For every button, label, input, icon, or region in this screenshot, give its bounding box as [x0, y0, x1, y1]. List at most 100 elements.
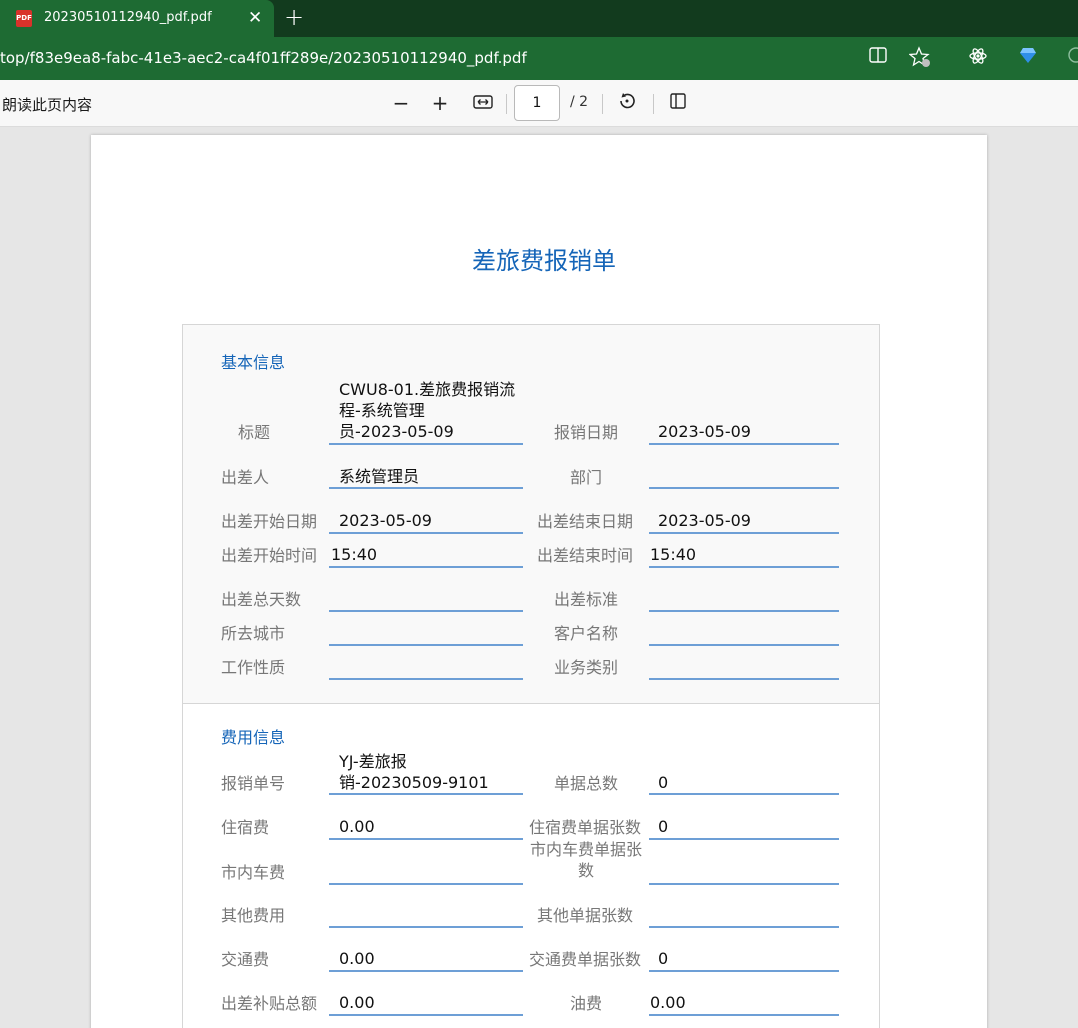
- toolbar-divider: [653, 94, 654, 114]
- transport-fee-field[interactable]: [329, 970, 523, 972]
- allowance-total-value: 0.00: [339, 993, 375, 1012]
- report-number-field[interactable]: [329, 793, 523, 795]
- traveler-value: 系统管理员: [339, 467, 420, 486]
- document-total-field[interactable]: [649, 793, 839, 795]
- local-fare-field[interactable]: [329, 883, 523, 885]
- end-time-field[interactable]: [649, 566, 839, 568]
- customer-name-field[interactable]: [649, 644, 839, 646]
- profile-icon[interactable]: [1064, 46, 1078, 70]
- report-number-label: 报销单号: [221, 774, 286, 793]
- document-total-value: 0: [658, 773, 669, 792]
- business-type-field[interactable]: [649, 678, 839, 680]
- start-time-value: 15:40: [331, 545, 378, 564]
- report-date-value: 2023-05-09: [658, 422, 751, 441]
- fuel-fee-label: 油费: [569, 994, 602, 1013]
- expense-form: 基本信息 标题 CWU8-01.差旅费报销流 程-系统管理 员-2023-05-…: [182, 324, 880, 1028]
- active-tab[interactable]: PDF 20230510112940_pdf.pdf ✕: [0, 0, 274, 37]
- title-field[interactable]: [329, 443, 523, 445]
- travel-standard-label: 出差标准: [553, 590, 618, 609]
- work-nature-label: 工作性质: [221, 658, 286, 677]
- tab-title: 20230510112940_pdf.pdf: [44, 10, 212, 25]
- lodging-fee-value: 0.00: [339, 817, 375, 836]
- report-date-field[interactable]: [649, 443, 839, 445]
- reader-view-icon[interactable]: [866, 46, 890, 70]
- start-date-field[interactable]: [329, 532, 523, 534]
- extension-gem-icon[interactable]: [1016, 46, 1040, 70]
- other-fee-field[interactable]: [329, 926, 523, 928]
- favorite-star-icon[interactable]: [908, 46, 932, 70]
- title-value-line: 程-系统管理: [339, 401, 425, 420]
- title-value-line: CWU8-01.差旅费报销流: [339, 380, 516, 399]
- end-time-value: 15:40: [650, 545, 697, 564]
- traveler-label: 出差人: [221, 468, 270, 487]
- page-total: / 2: [570, 94, 589, 110]
- transport-docs-field[interactable]: [649, 970, 839, 972]
- destination-city-label: 所去城市: [221, 624, 286, 643]
- start-time-field[interactable]: [329, 566, 523, 568]
- department-field[interactable]: [649, 487, 839, 489]
- transport-fee-label: 交通费: [221, 950, 270, 969]
- fuel-fee-field[interactable]: [649, 1014, 839, 1016]
- fit-width-icon[interactable]: [470, 91, 496, 117]
- lodging-fee-label: 住宿费: [221, 818, 270, 837]
- zoom-in-button[interactable]: +: [427, 91, 453, 117]
- total-days-label: 出差总天数: [221, 590, 302, 609]
- fuel-fee-value: 0.00: [650, 993, 686, 1012]
- department-label: 部门: [569, 468, 602, 487]
- lodging-docs-label: 住宿费单据张数: [529, 818, 642, 837]
- browser-tab-bar: PDF 20230510112940_pdf.pdf ✕ +: [0, 0, 1078, 37]
- address-bar: top/f83e9ea8-fabc-41e3-aec2-ca4f01ff289e…: [0, 37, 1078, 80]
- toolbar-divider: [506, 94, 507, 114]
- document-title: 差旅费报销单: [472, 247, 616, 275]
- lodging-docs-value: 0: [658, 817, 669, 836]
- extension-atom-icon[interactable]: [966, 46, 990, 70]
- local-fare-docs-label-line: 数: [577, 861, 594, 880]
- start-time-label: 出差开始时间: [221, 546, 318, 565]
- allowance-total-field[interactable]: [329, 1014, 523, 1016]
- expense-info-section: 费用信息 报销单号 YJ-差旅报 销-20230509-9101 单据总数 0 …: [183, 703, 879, 1028]
- work-nature-field[interactable]: [329, 678, 523, 680]
- document-total-label: 单据总数: [553, 774, 618, 793]
- transport-fee-value: 0.00: [339, 949, 375, 968]
- rotate-icon[interactable]: [614, 91, 640, 117]
- close-tab-icon[interactable]: ✕: [248, 6, 262, 30]
- transport-docs-label: 交通费单据张数: [529, 950, 642, 969]
- lodging-docs-field[interactable]: [649, 838, 839, 840]
- pdf-page: 差旅费报销单 基本信息 标题 CWU8-01.差旅费报销流 程-系统管理 员-2…: [91, 135, 987, 1028]
- traveler-field[interactable]: [329, 487, 523, 489]
- end-time-label: 出差结束时间: [537, 546, 634, 565]
- new-tab-icon[interactable]: +: [284, 3, 304, 31]
- pdf-file-icon: PDF: [16, 10, 32, 27]
- local-fare-docs-label-line: 市内车费单据张: [529, 840, 642, 859]
- toolbar-divider: [602, 94, 603, 114]
- lodging-fee-field[interactable]: [329, 838, 523, 840]
- page-view-icon[interactable]: [665, 91, 691, 117]
- page-number-input[interactable]: 1: [514, 85, 560, 121]
- section-heading: 基本信息: [221, 353, 286, 372]
- transport-docs-value: 0: [658, 949, 669, 968]
- end-date-label: 出差结束日期: [537, 512, 634, 531]
- read-aloud-button[interactable]: 朗读此页内容: [2, 94, 92, 115]
- other-docs-label: 其他单据张数: [537, 906, 634, 925]
- destination-city-field[interactable]: [329, 644, 523, 646]
- start-date-value: 2023-05-09: [339, 511, 432, 530]
- report-date-label: 报销日期: [553, 423, 618, 442]
- allowance-total-label: 出差补贴总额: [221, 994, 318, 1013]
- zoom-out-button[interactable]: −: [388, 91, 414, 117]
- section-heading: 费用信息: [221, 728, 286, 747]
- customer-name-label: 客户名称: [553, 624, 618, 643]
- local-fare-docs-field[interactable]: [649, 883, 839, 885]
- end-date-value: 2023-05-09: [658, 511, 751, 530]
- end-date-field[interactable]: [649, 532, 839, 534]
- total-days-field[interactable]: [329, 610, 523, 612]
- local-fare-label: 市内车费: [221, 863, 286, 882]
- pdf-toolbar: 朗读此页内容 − + 1 / 2: [0, 80, 1078, 127]
- title-label: 标题: [237, 423, 270, 442]
- url-field[interactable]: top/f83e9ea8-fabc-41e3-aec2-ca4f01ff289e…: [0, 49, 527, 67]
- other-docs-field[interactable]: [649, 926, 839, 928]
- other-fee-label: 其他费用: [221, 906, 286, 925]
- travel-standard-field[interactable]: [649, 610, 839, 612]
- report-number-line: 销-20230509-9101: [339, 773, 489, 792]
- report-number-line: YJ-差旅报: [339, 752, 407, 771]
- start-date-label: 出差开始日期: [221, 512, 318, 531]
